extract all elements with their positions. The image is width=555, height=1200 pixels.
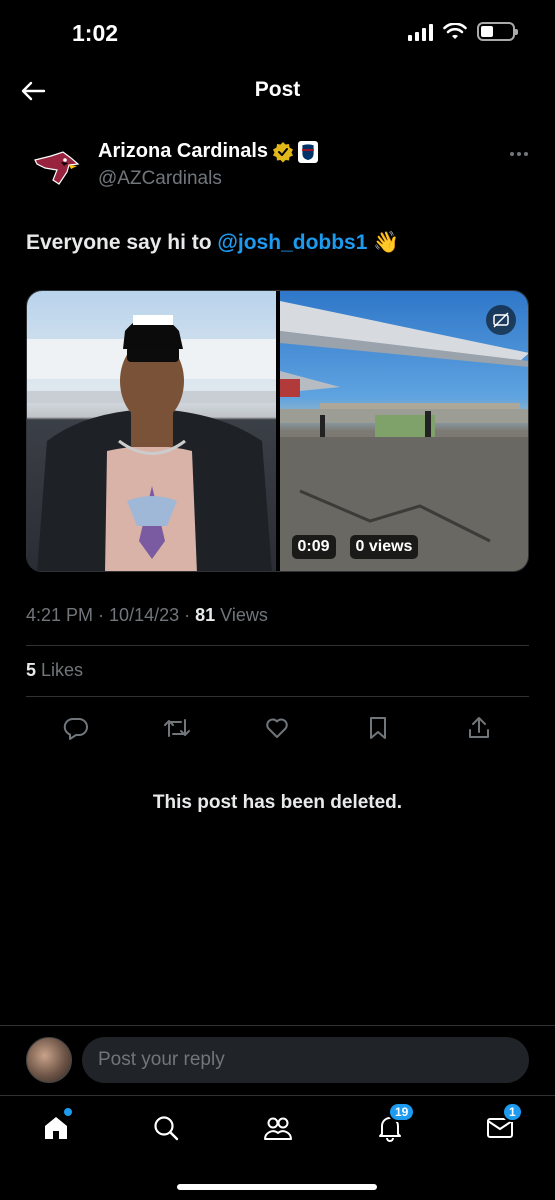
messages-badge: 1 [502, 1102, 523, 1122]
divider [26, 696, 529, 697]
status-bar: 1:02 [0, 0, 555, 66]
divider [26, 645, 529, 646]
nav-search[interactable] [148, 1110, 184, 1146]
communities-icon [264, 1117, 292, 1140]
meta-separator: · [179, 605, 196, 625]
bottom-nav: 19 1 [0, 1095, 555, 1200]
media-grid: 0:09 0 views [26, 290, 529, 572]
video-views: 0 views [349, 535, 419, 559]
search-icon [154, 1116, 179, 1141]
repost-button[interactable] [162, 713, 192, 743]
player-photo [27, 315, 276, 571]
home-notification-dot [64, 1108, 72, 1116]
author-handle[interactable]: @AZCardinals [98, 168, 222, 190]
status-icons [408, 22, 518, 41]
video-duration: 0:09 [291, 535, 336, 559]
home-icon [45, 1117, 67, 1139]
share-icon [468, 717, 489, 738]
author-name-row: Arizona Cardinals [98, 140, 319, 163]
post-meta: 4:21 PM · 10/14/23 · 81 Views [26, 605, 268, 626]
header: Post [0, 66, 555, 118]
nav-notifications[interactable]: 19 [372, 1102, 416, 1146]
likes-label: Likes [36, 660, 84, 680]
views-label: Views [215, 605, 268, 625]
like-icon [266, 718, 289, 738]
reply-input[interactable] [82, 1037, 529, 1083]
reply-icon [64, 717, 89, 740]
likes-count: 5 [26, 660, 37, 680]
sensitive-media-icon[interactable] [486, 305, 516, 335]
airport-scene [279, 301, 528, 571]
video-thumbnail[interactable]: 0:09 0 views [279, 291, 528, 571]
post-time: 4:21 PM [26, 605, 94, 625]
bookmark-icon [370, 717, 387, 739]
views-count: 81 [195, 605, 216, 625]
share-button[interactable] [464, 713, 494, 743]
nfl-icon [298, 140, 319, 163]
user-avatar[interactable] [26, 1037, 72, 1083]
signal-icon [408, 23, 433, 41]
nav-messages[interactable]: 1 [482, 1102, 523, 1146]
photo-thumbnail[interactable] [27, 291, 276, 571]
wave-emoji: 👋 [367, 231, 400, 254]
likes-count-row[interactable]: 5 Likes [26, 660, 83, 681]
reply-button[interactable] [61, 713, 91, 743]
like-button[interactable] [262, 713, 292, 743]
post-date: 10/14/23 [109, 605, 180, 625]
author-avatar[interactable] [26, 140, 86, 200]
nav-communities[interactable] [260, 1110, 296, 1146]
reply-bar [0, 1025, 555, 1095]
more-options-button[interactable] [509, 140, 529, 163]
cardinals-logo-icon [34, 151, 80, 185]
post-text: Everyone say hi to @josh_dobbs1 👋 [26, 231, 399, 255]
page-title: Post [254, 78, 301, 101]
deleted-post-notice: This post has been deleted. [152, 792, 403, 813]
post-text-body: Everyone say hi to [26, 231, 218, 254]
repost-icon [163, 719, 190, 737]
nav-home[interactable] [38, 1108, 74, 1146]
action-bar [26, 710, 529, 746]
status-time: 1:02 [72, 20, 119, 46]
verified-icon [273, 141, 294, 162]
meta-separator: · [93, 605, 110, 625]
mention-link[interactable]: @josh_dobbs1 [217, 231, 367, 254]
notifications-badge: 19 [388, 1102, 416, 1122]
battery-icon [477, 22, 518, 41]
wifi-icon [443, 22, 467, 39]
bookmark-button[interactable] [363, 713, 393, 743]
author-name[interactable]: Arizona Cardinals [98, 140, 268, 163]
more-icon [510, 152, 528, 156]
home-indicator [177, 1184, 377, 1190]
